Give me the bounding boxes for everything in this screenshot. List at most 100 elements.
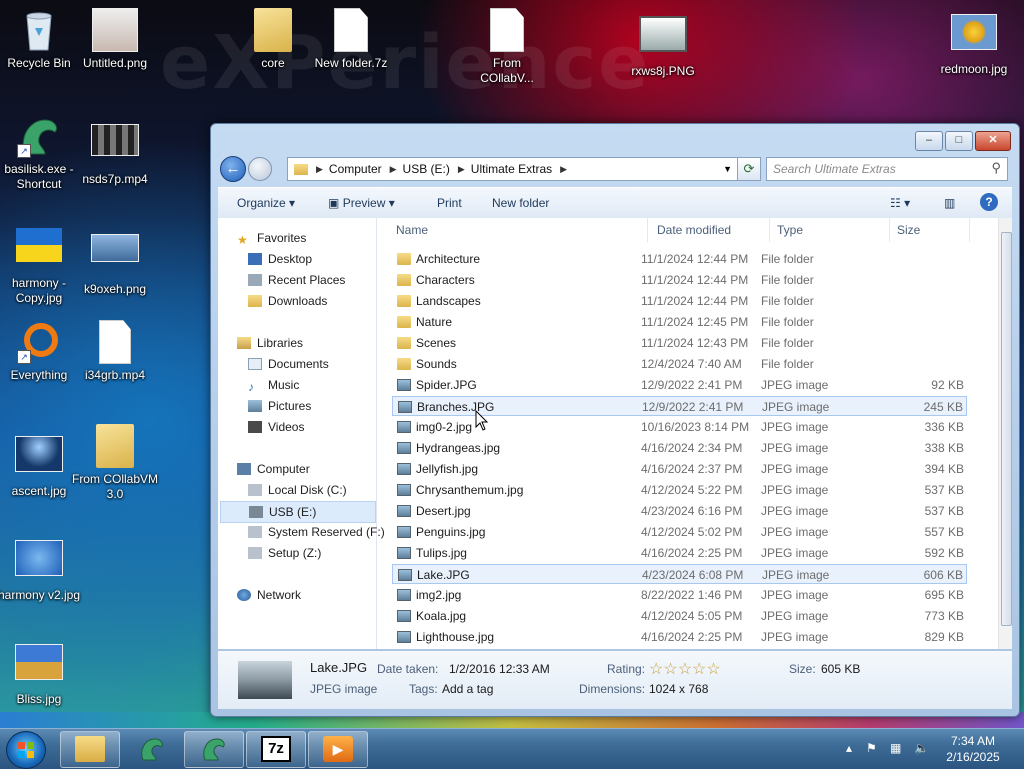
column-header-date[interactable]: Date modified xyxy=(650,218,770,242)
nav-recent-places[interactable]: Recent Places xyxy=(248,270,345,290)
desktop-icon xyxy=(248,253,262,265)
column-header-type[interactable]: Type xyxy=(770,218,890,242)
show-hidden-icons-icon[interactable]: ▴ xyxy=(846,741,852,755)
nav-videos[interactable]: Videos xyxy=(248,417,304,437)
file-name: img0-2.jpg xyxy=(416,420,473,434)
file-row[interactable]: Architecture 11/1/2024 12:44 PM File folde… xyxy=(392,249,967,269)
file-row[interactable]: Hydrangeas.jpg 4/16/2024 2:34 PM JPEG imag… xyxy=(392,438,967,458)
file-row[interactable]: Tulips.jpg 4/16/2024 2:25 PM JPEG image 592… xyxy=(392,543,967,563)
column-header-size[interactable]: Size xyxy=(890,218,970,242)
nav-setup[interactable]: Setup (Z:) xyxy=(248,543,321,563)
refresh-button[interactable]: ⟳ xyxy=(737,157,761,181)
desktop-icon-new-folder-7z[interactable]: New folder.7z xyxy=(306,8,396,71)
nav-desktop[interactable]: Desktop xyxy=(248,249,312,269)
file-row[interactable]: Sounds 12/4/2024 7:40 AM File folder xyxy=(392,354,967,374)
details-rating-label: Rating: xyxy=(607,662,646,676)
file-row[interactable]: Spider.JPG 12/9/2022 2:41 PM JPEG image 92 … xyxy=(392,375,967,395)
desktop-icon-untitled-png[interactable]: Untitled.png xyxy=(70,8,160,71)
print-button[interactable]: Print xyxy=(437,196,462,210)
file-row[interactable]: Chrysanthemum.jpg 4/12/2024 5:22 PM JPEG i… xyxy=(392,480,967,500)
volume-muted-icon[interactable]: 🔈 xyxy=(914,741,929,755)
scrollbar-thumb[interactable] xyxy=(1001,232,1012,626)
file-row[interactable]: Koala.jpg 4/12/2024 5:05 PM JPEG image 773 … xyxy=(392,606,967,626)
file-row[interactable]: Lighthouse.jpg 4/16/2024 2:25 PM JPEG imag… xyxy=(392,627,967,647)
file-type: File folder xyxy=(761,336,814,350)
breadcrumb-usb[interactable]: USB (E:) xyxy=(403,162,450,176)
file-row[interactable]: Jellyfish.jpg 4/16/2024 2:37 PM JPEG image… xyxy=(392,459,967,479)
column-header-name[interactable]: Name xyxy=(389,218,648,242)
file-row[interactable]: Nature 11/1/2024 12:45 PM File folder xyxy=(392,312,967,332)
selected-file-thumbnail xyxy=(238,661,292,699)
rating-stars-icon[interactable]: ☆☆☆☆☆ xyxy=(649,659,721,679)
seven-zip-icon: 7z xyxy=(261,736,291,762)
nav-downloads[interactable]: Downloads xyxy=(248,291,327,311)
desktop-icon-harmony-v2[interactable]: harmony v2.jpg xyxy=(0,534,84,603)
nav-pictures[interactable]: Pictures xyxy=(248,396,311,416)
file-date: 8/22/2022 1:46 PM xyxy=(641,588,743,602)
nav-documents[interactable]: Documents xyxy=(248,354,329,374)
forward-button[interactable] xyxy=(248,157,272,181)
nav-local-disk[interactable]: Local Disk (C:) xyxy=(248,480,347,500)
star-icon: ★ xyxy=(237,233,248,247)
search-input[interactable]: Search Ultimate Extras ⚲ xyxy=(766,157,1008,181)
start-button[interactable] xyxy=(6,731,46,769)
file-row[interactable]: Scenes 11/1/2024 12:43 PM File folder xyxy=(392,333,967,353)
desktop-icon-k9oxeh-png[interactable]: k9oxeh.png xyxy=(70,222,160,297)
new-folder-button[interactable]: New folder xyxy=(492,196,549,210)
clock-date: 2/16/2025 xyxy=(946,750,1000,764)
taskbar-explorer[interactable] xyxy=(60,731,120,768)
file-row[interactable]: Landscapes 11/1/2024 12:44 PM File folder xyxy=(392,291,967,311)
file-row[interactable]: Desert.jpg 4/23/2024 6:16 PM JPEG image 537… xyxy=(392,501,967,521)
taskbar-media-player[interactable]: ▶ xyxy=(308,731,368,768)
minimize-button[interactable]: – xyxy=(915,131,943,151)
desktop-icon-from-collabvm-3[interactable]: From COllabVM 3.0 xyxy=(70,424,160,502)
taskbar-basilisk[interactable] xyxy=(122,731,182,768)
system-clock[interactable]: 7:34 AM 2/16/2025 xyxy=(936,733,1010,765)
file-list: Name Date modified Type Size Architectur… xyxy=(378,218,995,649)
help-icon[interactable]: ? xyxy=(980,193,998,211)
desktop-icon-bliss-jpg[interactable]: Bliss.jpg xyxy=(0,638,84,707)
preview-pane-icon[interactable]: ▥ xyxy=(944,196,955,210)
close-button[interactable]: ✕ xyxy=(975,131,1011,151)
taskbar-7zip[interactable]: 7z xyxy=(246,731,306,768)
vertical-scrollbar[interactable] xyxy=(998,218,1012,649)
desktop-icon-label: Untitled.png xyxy=(82,56,148,70)
views-icon[interactable]: ☷ ▾ xyxy=(890,196,910,210)
taskbar-basilisk-2[interactable] xyxy=(184,731,244,768)
desktop-icon-rxws8j-png[interactable]: rxws8j.PNG xyxy=(618,8,708,79)
nav-libraries[interactable]: Libraries xyxy=(237,333,303,353)
music-icon: ♪ xyxy=(248,380,254,394)
folder-icon xyxy=(397,358,411,370)
preview-button[interactable]: ▣ Preview ▾ xyxy=(328,196,395,210)
network-tray-icon[interactable]: ▦ xyxy=(890,741,901,755)
address-bar[interactable]: ▶ Computer ▶ USB (E:) ▶ Ultimate Extras … xyxy=(287,157,739,181)
address-dropdown-icon[interactable]: ▼ xyxy=(723,164,732,174)
desktop-icon-nsds7p-mp4[interactable]: nsds7p.mp4 xyxy=(70,114,160,187)
file-row[interactable]: Lake.JPG 4/23/2024 6:08 PM JPEG image 606 K… xyxy=(392,564,967,584)
file-row[interactable]: Characters 11/1/2024 12:44 PM File folder xyxy=(392,270,967,290)
breadcrumb-ultimate-extras[interactable]: Ultimate Extras xyxy=(471,162,552,176)
image-file-icon xyxy=(397,547,411,559)
nav-network[interactable]: Network xyxy=(237,585,301,605)
nav-computer[interactable]: Computer xyxy=(237,459,310,479)
desktop-icon-i34grb-mp4[interactable]: i34grb.mp4 xyxy=(70,320,160,383)
desktop-icon-core[interactable]: core xyxy=(228,8,318,71)
details-tags-value[interactable]: Add a tag xyxy=(442,682,493,696)
basilisk-icon xyxy=(141,738,163,761)
action-center-flag-icon[interactable]: ⚑ xyxy=(866,741,877,755)
desktop-icon-redmoon-jpg[interactable]: redmoon.jpg xyxy=(929,8,1019,77)
nav-music[interactable]: ♪ Music xyxy=(248,375,299,395)
file-row[interactable]: img2.jpg 8/22/2022 1:46 PM JPEG image 695 K… xyxy=(392,585,967,605)
maximize-button[interactable]: □ xyxy=(945,131,973,151)
organize-button[interactable]: Organize ▾ xyxy=(237,196,295,210)
breadcrumb-computer[interactable]: Computer xyxy=(329,162,382,176)
back-button[interactable]: ← xyxy=(220,156,246,182)
nav-system-reserved[interactable]: System Reserved (F:) xyxy=(248,522,385,542)
nav-usb-drive[interactable]: USB (E:) xyxy=(220,501,376,523)
image-file-icon xyxy=(397,442,411,454)
image-thumbnail-icon xyxy=(91,8,139,52)
desktop-icon-from-collabv[interactable]: From COllabV... xyxy=(462,8,552,86)
file-row[interactable]: Penguins.jpg 4/12/2024 5:02 PM JPEG image 5… xyxy=(392,522,967,542)
nav-favorites[interactable]: ★ Favorites xyxy=(237,228,306,248)
file-date: 10/16/2023 8:14 PM xyxy=(641,420,750,434)
